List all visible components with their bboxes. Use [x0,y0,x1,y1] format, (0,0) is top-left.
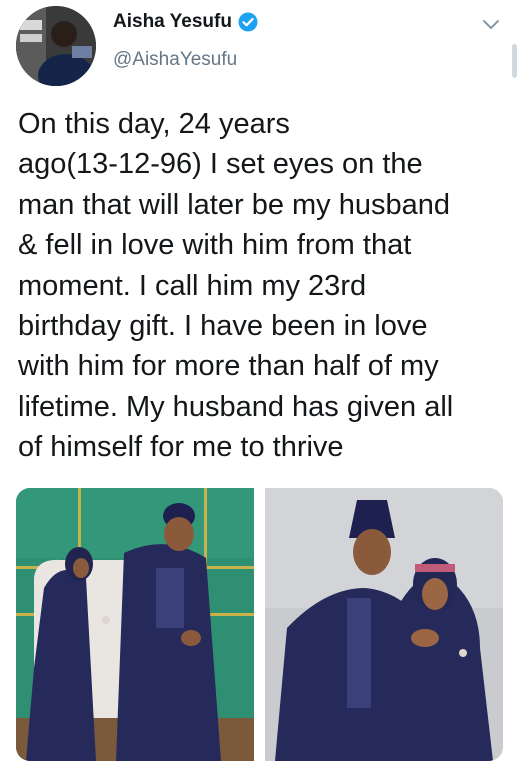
avatar[interactable] [16,6,96,86]
tweet-text-line: lifetime. My husband has given all [18,390,454,423]
user-handle[interactable]: @AishaYesufu [113,49,237,71]
tweet-photo-1[interactable] [16,488,254,761]
tweet-text: On this day, 24 years ago(13-12-96) I se… [18,104,508,468]
chevron-down-icon[interactable] [482,18,500,32]
tweet-text-line: birthday gift. I have been in love [18,310,428,343]
tweet-text-line: On this day, 24 years [18,108,290,140]
tweet-photo-2[interactable] [265,488,503,761]
scrollbar[interactable] [512,44,517,78]
display-name[interactable]: Aisha Yesufu [113,11,232,33]
tweet-text-line: ago(13-12-96) I set eyes on the [18,148,423,181]
tweet-text-line: & fell in love with him from that [18,229,412,262]
tweet-text-line: man that will later be my husband [18,188,450,221]
tweet-text-line: moment. I call him my 23rd [18,269,367,302]
verified-badge-icon [238,12,258,32]
tweet-text-line: with him for more than half of my [18,350,439,383]
tweet-text-line: of himself for me to thrive [18,431,344,464]
